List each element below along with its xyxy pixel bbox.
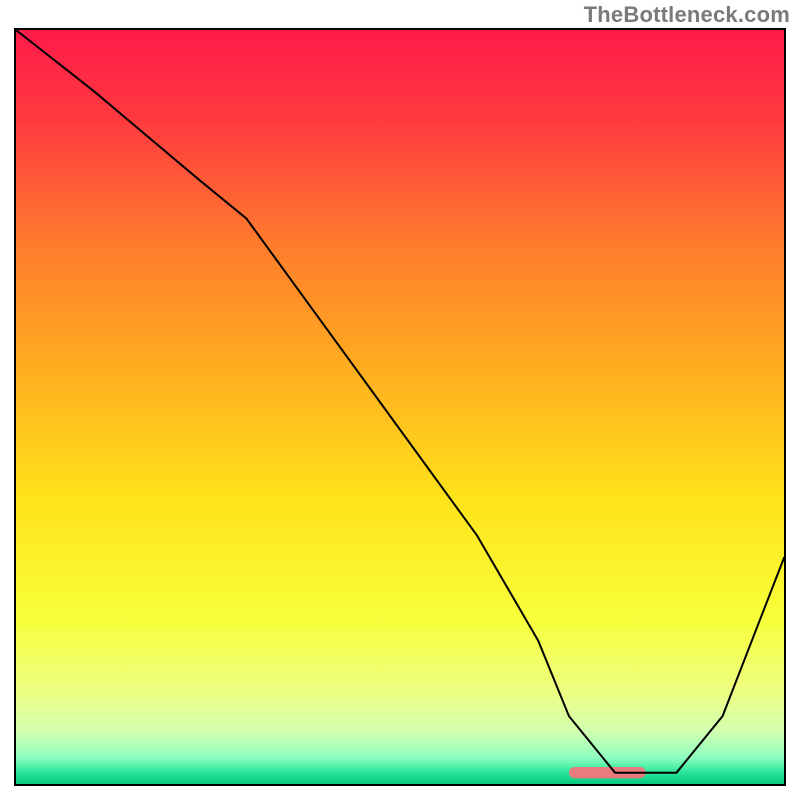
plot-area: [14, 28, 786, 786]
chart-stage: TheBottleneck.com: [0, 0, 800, 800]
gradient-background: [16, 30, 784, 784]
watermark-text: TheBottleneck.com: [584, 2, 790, 28]
bottleneck-chart: [14, 28, 786, 786]
